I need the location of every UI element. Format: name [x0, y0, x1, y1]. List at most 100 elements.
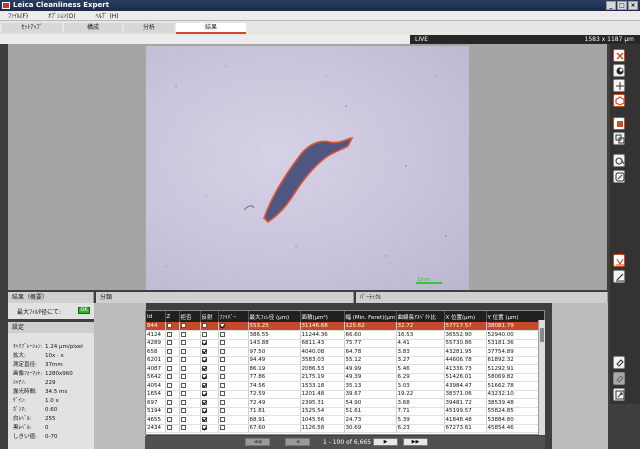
- column-header[interactable]: Y 位置 (µm): [486, 311, 544, 322]
- table-row[interactable]: 4087 86.19 2086.53 49.99 5.46 41336.73 51292.9…: [146, 364, 544, 374]
- fiber-checkbox[interactable]: [219, 391, 225, 397]
- menu-help[interactable]: ﾍﾙﾌﾟ (H): [96, 11, 119, 20]
- crosshair-tool-button[interactable]: [613, 79, 625, 92]
- reject-checkbox[interactable]: [180, 340, 186, 346]
- table-row[interactable]: 4655 68.91 1045.56 24.73 5.39 41848.48 53884.8…: [146, 415, 544, 425]
- column-header[interactable]: 拒否: [179, 311, 201, 322]
- table-row[interactable]: 658 97.50 4040.08 64.78 3.83 43281.95 37754.89: [146, 347, 544, 357]
- reject-checkbox[interactable]: [180, 382, 186, 388]
- menu-file[interactable]: ﾌｧｲﾙ(F): [8, 11, 28, 20]
- reflection-checkbox[interactable]: [201, 357, 207, 363]
- fiber-checkbox[interactable]: [219, 365, 225, 371]
- fiber-checkbox[interactable]: [219, 331, 225, 337]
- scrollbar-thumb[interactable]: [540, 328, 544, 342]
- reject-checkbox[interactable]: [180, 331, 186, 337]
- reflection-checkbox[interactable]: [201, 382, 207, 388]
- fiber-checkbox[interactable]: [219, 382, 225, 388]
- link-tool-button[interactable]: [613, 356, 625, 369]
- reflection-checkbox[interactable]: [201, 416, 207, 422]
- table-scrollbar[interactable]: [538, 320, 545, 435]
- z-checkbox[interactable]: [166, 425, 172, 431]
- next-page-button[interactable]: ▶: [373, 438, 398, 446]
- column-header[interactable]: 曲線長ｱｽﾍﾟｸﾄ比: [396, 311, 445, 322]
- reject-checkbox[interactable]: [180, 365, 186, 371]
- reflection-checkbox[interactable]: [201, 348, 207, 354]
- close-tool-button[interactable]: [613, 49, 625, 62]
- column-header[interactable]: 反射: [200, 311, 219, 322]
- fiber-checkbox[interactable]: [219, 416, 225, 422]
- measure-tool-button[interactable]: [613, 270, 625, 283]
- table-row[interactable]: 2434 67.60 1126.58 30.69 6.23 67273.61 45854.4…: [146, 424, 544, 433]
- fiber-checkbox[interactable]: [219, 357, 225, 363]
- table-row[interactable]: 4054 74.56 1533.18 35.13 3.03 43984.47 51662.7…: [146, 381, 544, 391]
- z-checkbox[interactable]: [166, 340, 172, 346]
- fiber-checkbox[interactable]: [219, 323, 225, 328]
- reflection-checkbox[interactable]: [201, 374, 207, 380]
- z-checkbox[interactable]: [166, 374, 172, 380]
- table-row[interactable]: 4289 143.88 6811.43 75.77 4.41 55730.86 53181.…: [146, 339, 544, 348]
- z-checkbox[interactable]: [166, 391, 172, 397]
- z-checkbox[interactable]: [166, 348, 172, 354]
- table-row[interactable]: 6201 94.49 3583.03 55.12 3.27 44606.78 61892.3…: [146, 356, 544, 365]
- contour-tool-button[interactable]: [613, 64, 625, 77]
- column-header[interactable]: X 位置(µm): [444, 311, 487, 322]
- tab-configuration[interactable]: 構成: [64, 23, 122, 33]
- sample-image[interactable]: 1mm: [146, 46, 469, 290]
- z-checkbox[interactable]: [166, 408, 172, 414]
- z-checkbox[interactable]: [166, 331, 172, 337]
- validate-tool-button[interactable]: [613, 254, 625, 267]
- reject-checkbox[interactable]: [180, 425, 186, 431]
- first-page-button[interactable]: ◀◀: [245, 438, 270, 446]
- reflection-checkbox[interactable]: [201, 391, 207, 397]
- z-checkbox[interactable]: [166, 365, 172, 371]
- column-header[interactable]: 面積(µm²): [300, 311, 345, 322]
- table-row[interactable]: 1654 72.59 1201.48 39.67 19.22 38371.06 43232.…: [146, 390, 544, 399]
- fiber-checkbox[interactable]: [219, 348, 225, 354]
- reject-checkbox[interactable]: [180, 399, 186, 405]
- reflection-checkbox[interactable]: [201, 408, 207, 414]
- fiber-checkbox[interactable]: [219, 408, 225, 414]
- fiber-checkbox[interactable]: [219, 425, 225, 431]
- fill-tool-button[interactable]: [613, 117, 625, 130]
- table-row[interactable]: 697 72.49 2395.31 54.90 3.68 39481.72 38539.48: [146, 398, 544, 408]
- z-checkbox[interactable]: [166, 382, 172, 388]
- maximize-button[interactable]: □: [617, 1, 627, 10]
- menu-options[interactable]: ｵﾌﾟｼｮﾝ(O): [48, 11, 75, 20]
- fiber-checkbox[interactable]: [219, 399, 225, 405]
- reflection-checkbox[interactable]: [201, 425, 207, 431]
- shape-tool-button[interactable]: [613, 94, 625, 107]
- prev-page-button[interactable]: ◀: [285, 438, 310, 446]
- reflection-checkbox[interactable]: [201, 340, 207, 346]
- reflection-checkbox[interactable]: [201, 365, 207, 371]
- layers-tool-button[interactable]: [613, 132, 625, 145]
- fiber-checkbox[interactable]: [219, 374, 225, 380]
- column-header[interactable]: 最大ﾌｪﾚ径 (µm): [248, 311, 301, 322]
- reflection-checkbox[interactable]: [201, 331, 207, 337]
- reject-checkbox[interactable]: [180, 348, 186, 354]
- reflection-checkbox[interactable]: [201, 323, 207, 328]
- z-checkbox[interactable]: [166, 399, 172, 405]
- table-row[interactable]: 844 553.25 31146.68 125.62 32.72 57717.57 3808…: [146, 322, 544, 331]
- reject-checkbox[interactable]: [180, 323, 186, 328]
- column-header[interactable]: Z: [165, 311, 180, 322]
- z-checkbox[interactable]: [166, 357, 172, 363]
- table-row[interactable]: 4124 386.55 11244.36 66.60 16.53 36552.90 5294…: [146, 330, 544, 340]
- table-row[interactable]: 5194 71.81 1525.54 51.61 7.71 45199.57 55824.8…: [146, 407, 544, 416]
- unlink-tool-button[interactable]: [613, 372, 625, 385]
- reject-checkbox[interactable]: [180, 408, 186, 414]
- export-tool-button[interactable]: [613, 388, 625, 401]
- column-header[interactable]: Id: [146, 311, 166, 322]
- tab-setup[interactable]: ｾｯﾄｱｯﾌﾟ: [2, 23, 62, 33]
- column-header[interactable]: 幅 (Min. Feret)(µm): [344, 311, 397, 322]
- z-checkbox[interactable]: [166, 416, 172, 422]
- reject-checkbox[interactable]: [180, 374, 186, 380]
- column-header[interactable]: ﾌｧｲﾊﾞｰ: [218, 311, 249, 322]
- minimize-button[interactable]: _: [606, 1, 616, 10]
- reject-checkbox[interactable]: [180, 391, 186, 397]
- table-row[interactable]: 5642 77.86 2175.19 49.39 6.29 51426.01 58069.8…: [146, 373, 544, 382]
- fiber-checkbox[interactable]: [219, 340, 225, 346]
- z-checkbox[interactable]: [166, 323, 172, 328]
- reflection-checkbox[interactable]: [201, 399, 207, 405]
- reject-checkbox[interactable]: [180, 416, 186, 422]
- last-page-button[interactable]: ▶▶: [403, 438, 428, 446]
